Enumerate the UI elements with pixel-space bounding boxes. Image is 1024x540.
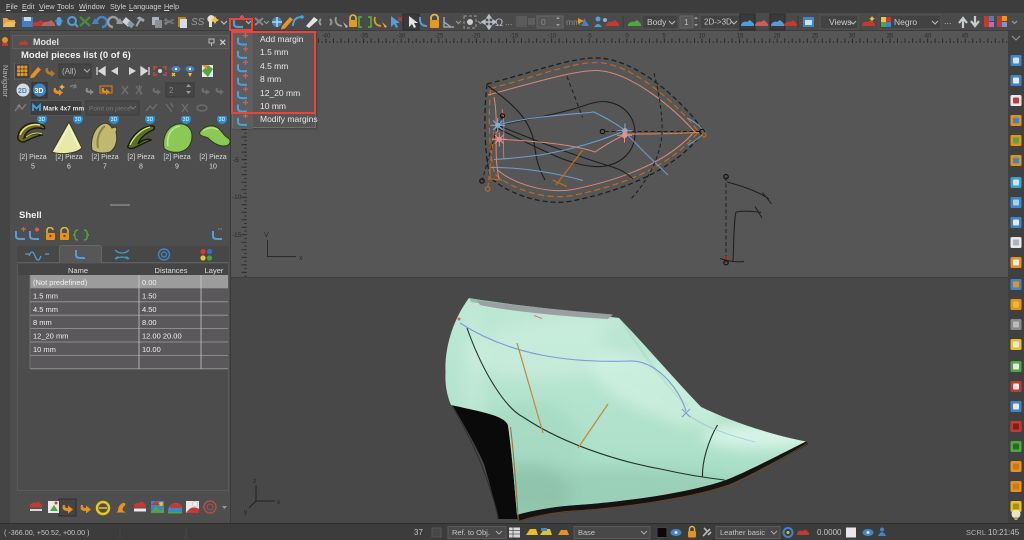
svg-text:1.50: 1.50: [142, 291, 157, 300]
svg-text:9: 9: [175, 164, 179, 171]
svg-text:37: 37: [414, 528, 423, 537]
svg-text:[2] Pieza: [2] Pieza: [127, 154, 154, 161]
svg-text:[2] Pieza: [2] Pieza: [199, 154, 226, 161]
svg-text:0.00: 0.00: [142, 278, 157, 287]
svg-text:-30: -30: [397, 34, 406, 40]
svg-text:3D: 3D: [183, 117, 190, 123]
svg-text:y: y: [244, 509, 248, 516]
svg-text:SS: SS: [191, 17, 205, 28]
svg-text:1.5 mm: 1.5 mm: [33, 291, 58, 300]
svg-text:8: 8: [139, 164, 143, 171]
svg-text:1: 1: [684, 17, 689, 27]
svg-text:(Not predefined): (Not predefined): [33, 278, 88, 287]
svg-text:10: 10: [209, 164, 217, 171]
svg-text:( -366.00, +50.52, +00.00 ): ( -366.00, +50.52, +00.00 ): [4, 528, 90, 537]
svg-text:Layer: Layer: [205, 266, 224, 275]
svg-text:5: 5: [31, 164, 35, 171]
svg-text:30: 30: [849, 34, 856, 40]
svg-text:-10: -10: [232, 194, 242, 201]
svg-text:✕: ✕: [219, 38, 227, 48]
svg-text:3D: 3D: [219, 117, 226, 123]
svg-text:7: 7: [103, 164, 107, 171]
svg-text:6: 6: [67, 164, 71, 171]
svg-text:Name: Name: [68, 266, 88, 275]
svg-text:-40: -40: [322, 34, 331, 40]
svg-text:8 mm: 8 mm: [33, 318, 52, 327]
svg-text:8.00: 8.00: [142, 318, 157, 327]
svg-text:-5: -5: [233, 157, 239, 164]
svg-text:Leather basic: Leather basic: [720, 528, 765, 537]
svg-text:Mark 4x7 mm: Mark 4x7 mm: [43, 106, 84, 113]
svg-text:-15: -15: [510, 34, 519, 40]
svg-text:12.00 20.00: 12.00 20.00: [142, 332, 182, 341]
svg-text:4.50: 4.50: [142, 305, 157, 314]
svg-text:2D->3D: 2D->3D: [704, 18, 732, 27]
svg-text:-20: -20: [472, 34, 481, 40]
svg-text:Views: Views: [829, 17, 852, 27]
svg-text:Negro: Negro: [894, 17, 917, 27]
svg-text:10: 10: [699, 34, 706, 40]
svg-text:-25: -25: [435, 34, 444, 40]
svg-text:(All): (All): [62, 67, 77, 76]
svg-text:45: 45: [962, 34, 969, 40]
svg-text:...: ...: [944, 16, 952, 26]
svg-text:10:21:45: 10:21:45: [988, 528, 1020, 537]
svg-text:3D: 3D: [111, 117, 118, 123]
svg-text:4.5 mm: 4.5 mm: [33, 305, 58, 314]
svg-text:15: 15: [737, 34, 744, 40]
svg-text:[2] Pieza: [2] Pieza: [91, 154, 118, 161]
svg-text:Point on piece: Point on piece: [89, 106, 131, 113]
svg-text:V: V: [264, 232, 269, 239]
svg-text:x: x: [277, 499, 281, 506]
svg-text:40: 40: [925, 34, 932, 40]
svg-text:[2] Pieza: [2] Pieza: [55, 154, 82, 161]
svg-text:Ref. to Obj.: Ref. to Obj.: [452, 528, 490, 537]
svg-text:20: 20: [774, 34, 781, 40]
svg-text:0.0000: 0.0000: [817, 528, 842, 537]
svg-text:2D: 2D: [18, 88, 27, 95]
svg-text:x: x: [299, 255, 303, 262]
svg-text:SCRL: SCRL: [966, 528, 986, 537]
svg-text:10 mm: 10 mm: [33, 345, 56, 354]
svg-text:-35: -35: [360, 34, 369, 40]
svg-text:-10: -10: [548, 34, 557, 40]
svg-text:-5: -5: [586, 34, 592, 40]
svg-text:-15: -15: [232, 232, 242, 239]
svg-text:Model: Model: [33, 37, 59, 47]
svg-text:[2] Pieza: [2] Pieza: [163, 154, 190, 161]
svg-text:3D: 3D: [147, 117, 154, 123]
svg-text:3D: 3D: [75, 117, 82, 123]
svg-text:0: 0: [541, 17, 546, 27]
svg-text:0: 0: [625, 34, 629, 40]
svg-text:Ω: Ω: [495, 17, 503, 29]
svg-text:Distances: Distances: [155, 266, 188, 275]
svg-text:✄: ✄: [164, 15, 174, 29]
svg-text:35: 35: [887, 34, 894, 40]
svg-text:[2] Pieza: [2] Pieza: [19, 154, 46, 161]
svg-text:Body: Body: [647, 17, 667, 27]
svg-text:z: z: [253, 478, 256, 485]
svg-text:3D: 3D: [39, 117, 46, 123]
svg-text:12_20 mm: 12_20 mm: [33, 332, 68, 341]
svg-text:10.00: 10.00: [142, 345, 161, 354]
svg-text:25: 25: [812, 34, 819, 40]
svg-text:Base: Base: [578, 528, 595, 537]
svg-text:5: 5: [662, 34, 666, 40]
svg-text:2: 2: [169, 86, 174, 95]
svg-text:...: ...: [505, 17, 513, 27]
svg-text:3D: 3D: [35, 88, 44, 95]
